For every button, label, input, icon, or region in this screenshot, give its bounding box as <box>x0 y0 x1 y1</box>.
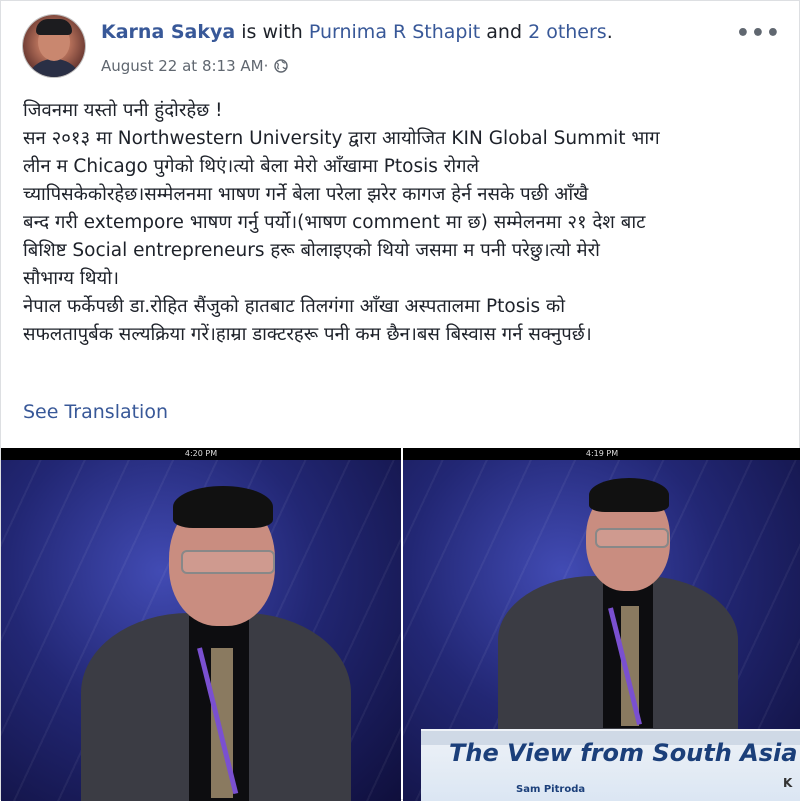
post-meta: August 22 at 8:13 AM · <box>101 57 289 75</box>
facebook-post: Karna Sakya is with Purnima R Sthapit an… <box>0 0 800 801</box>
post-text-line: सन २०१३ मा Northwestern University द्वार… <box>23 128 660 149</box>
speaker-glasses <box>181 550 275 574</box>
post-header: Karna Sakya is with Purnima R Sthapit an… <box>101 21 613 43</box>
meta-separator: · <box>263 57 269 75</box>
with-text: is with <box>235 21 309 43</box>
banner-corner-letter: K <box>783 776 793 790</box>
author-avatar[interactable] <box>23 15 85 77</box>
post-text-line: बन्द गरी extempore भाषण गर्नु पर्यो।(भाष… <box>23 212 646 233</box>
period-text: . <box>606 21 613 43</box>
post-text-line: सौभाग्य थियो। <box>23 268 120 289</box>
banner-title: The View from South Asia <box>449 739 798 767</box>
speaker-glasses <box>595 528 669 548</box>
avatar-hair <box>36 19 72 35</box>
speaker-figure <box>1 448 401 801</box>
others-link[interactable]: 2 others <box>528 21 607 43</box>
post-text-line: सफलतापुर्बक सल्यक्रिया गरें।हाम्रा डाक्ट… <box>23 324 592 345</box>
speaker-hair <box>173 486 273 528</box>
post-body-text: जिवनमा यस्तो पनी हुंदोरहेछ ! सन २०१३ मा … <box>23 97 783 349</box>
post-text-line: जिवनमा यस्तो पनी हुंदोरहेछ ! <box>23 100 223 121</box>
post-text-line: बिशिष्ट Social entrepreneurs हरू बोलाइएक… <box>23 240 600 261</box>
post-text-line: च्यापिसकेकोरहेछ।सम्मेलनमा भाषण गर्ने बेल… <box>23 184 589 205</box>
post-text-line: लीन म Chicago पुगेको थिएं।त्यो बेला मेरो… <box>23 156 480 177</box>
post-text-line: नेपाल फर्केपछी डा.रोहित सैंजुको हातबाट त… <box>23 296 565 317</box>
tagged-person-link[interactable]: Purnima R Sthapit <box>309 21 480 43</box>
avatar-shoulders <box>25 59 83 77</box>
post-photo-left[interactable]: 4:20 PM <box>1 448 401 801</box>
more-options-icon[interactable]: ••• <box>736 21 781 46</box>
banner-subtitle: Sam Pitroda <box>516 784 586 795</box>
speaker-hair <box>589 478 669 512</box>
globe-icon[interactable] <box>274 59 289 73</box>
and-text: and <box>480 21 529 43</box>
author-name-link[interactable]: Karna Sakya <box>101 21 235 43</box>
post-timestamp[interactable]: August 22 at 8:13 AM <box>101 57 264 75</box>
see-translation-link[interactable]: See Translation <box>23 401 168 423</box>
